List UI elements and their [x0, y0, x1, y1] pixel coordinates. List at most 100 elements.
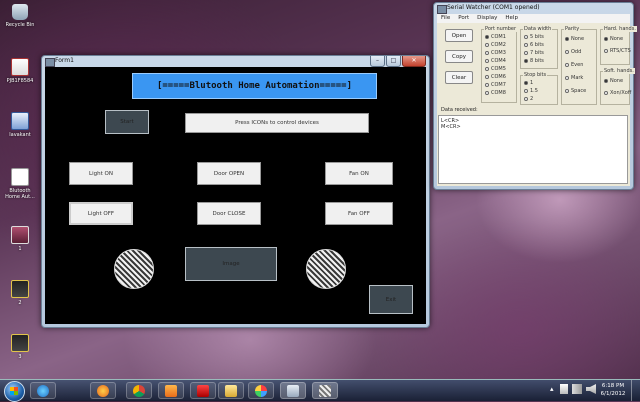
- clock-time: 6:18 PM: [601, 383, 625, 389]
- open-label: Open: [451, 32, 467, 39]
- light-off-button[interactable]: Light OFF: [69, 202, 133, 225]
- radio-com8[interactable]: COM8: [485, 90, 506, 96]
- menu-display[interactable]: Display: [477, 14, 497, 23]
- radio-com6[interactable]: COM6: [485, 74, 506, 80]
- radio-parity-odd[interactable]: Odd: [565, 49, 581, 55]
- radio-com3[interactable]: COM3: [485, 50, 506, 56]
- show-hidden-icons-icon[interactable]: ▴: [550, 384, 556, 394]
- radio-hard-none[interactable]: None: [604, 36, 623, 42]
- menu-help[interactable]: Help: [505, 14, 518, 23]
- copy-button[interactable]: Copy: [445, 50, 473, 63]
- radio-rts-cts[interactable]: RTS/CTS: [604, 48, 631, 54]
- radio-com2[interactable]: COM2: [485, 42, 506, 48]
- chrome-icon: [133, 385, 145, 397]
- radio-8-bits[interactable]: 8 bits: [524, 58, 544, 64]
- image-button[interactable]: Image: [185, 247, 277, 281]
- taskbar-internet-explorer[interactable]: [30, 382, 56, 399]
- desktop-icon-1[interactable]: 1: [2, 226, 38, 252]
- start-button[interactable]: [4, 381, 25, 402]
- door-open-button[interactable]: Door OPEN: [197, 162, 261, 185]
- radio-stop-1-5[interactable]: 1.5: [524, 88, 538, 94]
- instruction-text: Press ICONs to control devices: [235, 120, 319, 126]
- radio-com1[interactable]: COM1: [485, 34, 506, 40]
- app-icon: [45, 58, 55, 67]
- clear-button[interactable]: Clear: [445, 71, 473, 84]
- menu-bar: File Port Display Help: [437, 14, 630, 23]
- radio-label: 7 bits: [530, 50, 544, 56]
- door-close-button[interactable]: Door CLOSE: [197, 202, 261, 225]
- banner: [=====Blutooth Home Automation=====]: [132, 73, 377, 99]
- radio-parity-mark[interactable]: Mark: [565, 75, 583, 81]
- radio-parity-space[interactable]: Space: [565, 88, 586, 94]
- radio-icon: [524, 89, 528, 93]
- radio-6-bits[interactable]: 6 bits: [524, 42, 544, 48]
- close-button[interactable]: ✕: [402, 56, 426, 67]
- radio-5-bits[interactable]: 5 bits: [524, 34, 544, 40]
- taskbar-paint[interactable]: [248, 382, 274, 399]
- taskbar-acrobat[interactable]: [190, 382, 216, 399]
- desktop-icon-3[interactable]: 3: [2, 334, 38, 360]
- taskbar-chrome[interactable]: [126, 382, 152, 399]
- radio-label: 6 bits: [530, 42, 544, 48]
- radio-label: Mark: [571, 75, 584, 81]
- menu-port[interactable]: Port: [458, 14, 469, 23]
- serial-watcher-icon: [319, 385, 331, 397]
- taskbar-folder[interactable]: [218, 382, 244, 399]
- copy-label: Copy: [452, 53, 466, 60]
- desktop-icon-blutooth[interactable]: Blutooth Home Aut...: [2, 168, 38, 200]
- radio-stop-1[interactable]: 1: [524, 80, 533, 86]
- open-button[interactable]: Open: [445, 29, 473, 42]
- desktop-icon-pdf[interactable]: PJB1F8584: [2, 58, 38, 84]
- fan-off-button[interactable]: Fan OFF: [325, 202, 393, 225]
- clock[interactable]: 6:18 PM 6/1/2012: [596, 382, 630, 398]
- desktop-icon-label: lavakant: [9, 132, 31, 138]
- word-document-icon: [11, 112, 29, 130]
- taskbar-form1[interactable]: [280, 382, 306, 399]
- radio-xon-xoff[interactable]: Xon/Xoff: [604, 90, 631, 96]
- radio-7-bits[interactable]: 7 bits: [524, 50, 544, 56]
- exit-button[interactable]: Exit: [369, 285, 413, 314]
- desktop-icon-recycle-bin[interactable]: Recycle Bin: [2, 4, 38, 28]
- taskbar-serial-watcher[interactable]: [312, 382, 338, 399]
- serial-watcher-titlebar[interactable]: Serial Watcher (COM1 opened): [434, 3, 633, 14]
- radio-parity-none[interactable]: None: [565, 36, 584, 42]
- stop-bits-group: Stop bits 1 1.5 2: [520, 72, 558, 105]
- hard-handshake-label: Hard. hands.: [603, 26, 637, 32]
- form1-titlebar[interactable]: Form1 – □ ✕: [42, 56, 429, 67]
- minimize-button[interactable]: –: [370, 56, 385, 67]
- log-line: M<CR>: [441, 124, 461, 130]
- show-desktop-button[interactable]: [631, 380, 640, 401]
- taskbar-media-player[interactable]: [158, 382, 184, 399]
- radio-com7[interactable]: COM7: [485, 82, 506, 88]
- radio-icon: [485, 43, 489, 47]
- paint-icon: [255, 385, 267, 397]
- data-received-log[interactable]: L<CR> M<CR>: [438, 115, 628, 184]
- window-icon: [287, 385, 299, 397]
- radio-soft-none[interactable]: None: [604, 78, 623, 84]
- image-icon: [11, 280, 29, 298]
- network-icon[interactable]: [572, 384, 582, 394]
- radio-com4[interactable]: COM4: [485, 58, 506, 64]
- radio-com5[interactable]: COM5: [485, 66, 506, 72]
- radio-selected-icon: [524, 59, 528, 63]
- instruction-label: Press ICONs to control devices: [185, 113, 369, 133]
- desktop-icon-word[interactable]: lavakant: [2, 112, 38, 138]
- menu-file[interactable]: File: [441, 14, 450, 23]
- action-center-flag-icon[interactable]: [560, 384, 568, 394]
- soft-handshake-label: Soft. hands.: [603, 68, 635, 74]
- start-button[interactable]: Start: [105, 110, 149, 134]
- radio-label: RTS/CTS: [610, 48, 631, 54]
- radio-selected-icon: [565, 37, 569, 41]
- radio-stop-2[interactable]: 2: [524, 96, 533, 102]
- light-on-button[interactable]: Light ON: [69, 162, 133, 185]
- acrobat-icon: [197, 385, 209, 397]
- radio-parity-even[interactable]: Even: [565, 62, 583, 68]
- desktop-icon-2[interactable]: 2: [2, 280, 38, 306]
- recycle-bin-icon: [12, 4, 28, 20]
- window-title: Serial Watcher (COM1 opened): [447, 4, 540, 11]
- volume-icon[interactable]: [586, 384, 596, 394]
- fan-on-button[interactable]: Fan ON: [325, 162, 393, 185]
- taskbar-firefox[interactable]: [90, 382, 116, 399]
- radio-icon: [565, 89, 569, 93]
- maximize-button[interactable]: □: [386, 56, 401, 67]
